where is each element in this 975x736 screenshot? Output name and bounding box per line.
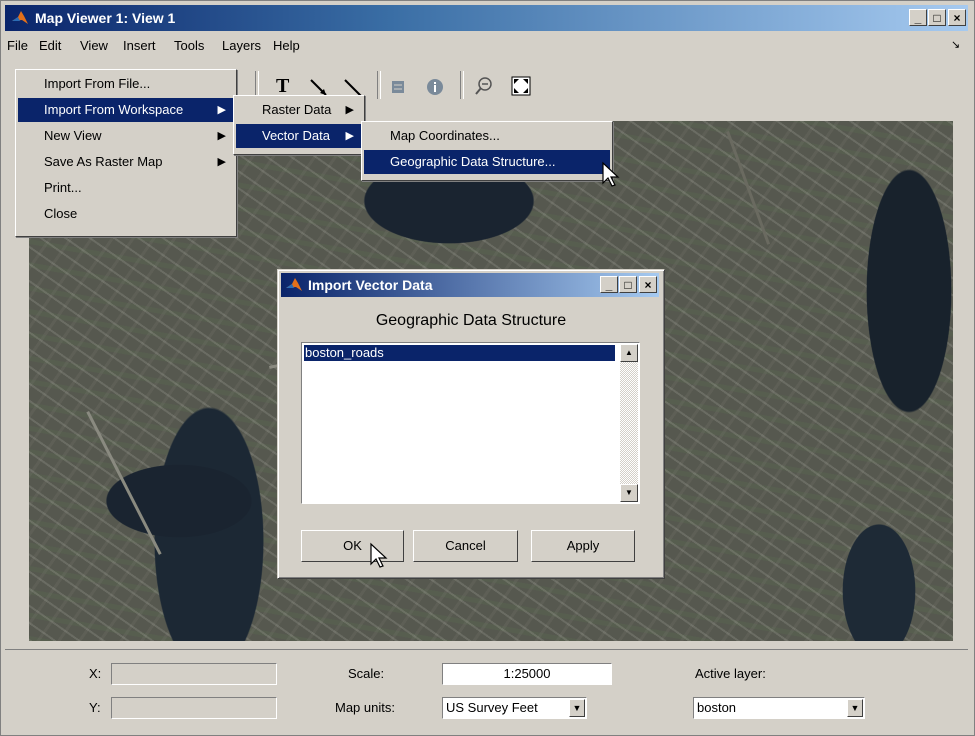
- menu-item-label: Import From Workspace: [44, 102, 184, 117]
- submenu-arrow-icon: ▶: [217, 156, 226, 168]
- submenu-arrow-icon: ▶: [217, 104, 226, 116]
- dialog-title: Import Vector Data: [308, 277, 433, 293]
- menu-item-raster-data[interactable]: Raster Data ▶: [236, 98, 362, 122]
- dialog-close-button[interactable]: ×: [639, 276, 657, 293]
- menu-file[interactable]: File: [7, 38, 28, 53]
- menu-view[interactable]: View: [80, 38, 108, 53]
- submenu-arrow-icon: ▶: [345, 104, 354, 116]
- toolbar-separator: [377, 71, 381, 99]
- menu-item-label: New View: [44, 128, 102, 143]
- menu-item-import-from-workspace[interactable]: Import From Workspace ▶: [18, 98, 234, 122]
- status-panel: X: Y: Scale: 1:25000 Map units: US Surve…: [5, 649, 968, 732]
- map-units-select[interactable]: US Survey Feet ▼: [442, 697, 587, 719]
- scale-label: Scale:: [348, 666, 385, 681]
- active-layer-select[interactable]: boston ▼: [693, 697, 865, 719]
- dock-arrow-icon[interactable]: ↘: [951, 38, 960, 51]
- menu-item-geographic-data-structure[interactable]: Geographic Data Structure...: [364, 150, 610, 174]
- menu-layers[interactable]: Layers: [222, 38, 261, 53]
- matlab-logo-icon: [286, 278, 302, 291]
- apply-button[interactable]: Apply: [531, 530, 635, 562]
- select-layer-icon[interactable]: [389, 77, 411, 99]
- scale-input[interactable]: 1:25000: [442, 663, 612, 685]
- scroll-up-icon[interactable]: ▲: [620, 344, 638, 362]
- dialog-maximize-button[interactable]: □: [619, 276, 637, 293]
- mouse-cursor-icon: [602, 161, 620, 187]
- info-icon[interactable]: [425, 77, 447, 99]
- menu-bar: File Edit View Insert Tools Layers Help …: [5, 35, 968, 57]
- menu-item-new-view[interactable]: New View ▶: [18, 124, 234, 148]
- scroll-down-icon[interactable]: ▼: [620, 484, 638, 502]
- map-viewer-window: Map Viewer 1: View 1 _ □ × File Edit Vie…: [0, 0, 975, 736]
- fit-to-window-icon[interactable]: [510, 75, 532, 97]
- menu-help[interactable]: Help: [273, 38, 300, 53]
- road-feature: [726, 131, 771, 245]
- title-bar[interactable]: Map Viewer 1: View 1 _ □ ×: [5, 5, 968, 31]
- menu-item-label: Vector Data: [262, 128, 330, 143]
- menu-item-label: Print...: [44, 180, 82, 195]
- file-menu: Import From File... Import From Workspac…: [15, 69, 237, 237]
- menu-item-print[interactable]: Print...: [18, 176, 234, 200]
- submenu-arrow-icon: ▶: [345, 130, 354, 142]
- dialog-title-bar[interactable]: Import Vector Data _ □ ×: [281, 273, 659, 297]
- map-units-label: Map units:: [335, 700, 395, 715]
- list-item[interactable]: boston_roads: [304, 345, 615, 361]
- menu-item-label: Save As Raster Map: [44, 154, 163, 169]
- active-layer-label: Active layer:: [695, 666, 766, 681]
- menu-item-label: Raster Data: [262, 102, 332, 117]
- y-coordinate-field: [111, 697, 277, 719]
- menu-item-close[interactable]: Close: [18, 202, 234, 226]
- menu-item-label: Import From File...: [44, 76, 151, 91]
- data-structure-list[interactable]: boston_roads ▲ ▼: [301, 342, 640, 504]
- menu-insert[interactable]: Insert: [123, 38, 156, 53]
- import-vector-data-dialog: Import Vector Data _ □ × Geographic Data…: [277, 269, 665, 579]
- y-label: Y:: [89, 700, 101, 715]
- chevron-down-icon[interactable]: ▼: [847, 699, 863, 717]
- x-coordinate-field: [111, 663, 277, 685]
- map-units-value: US Survey Feet: [446, 700, 538, 715]
- cancel-button[interactable]: Cancel: [413, 530, 518, 562]
- menu-item-map-coordinates[interactable]: Map Coordinates...: [364, 124, 610, 148]
- menu-item-label: Geographic Data Structure...: [390, 154, 556, 169]
- menu-item-label: Close: [44, 206, 78, 221]
- list-scrollbar[interactable]: ▲ ▼: [620, 344, 638, 502]
- zoom-out-icon[interactable]: [473, 75, 495, 97]
- matlab-logo-icon: [12, 11, 28, 24]
- menu-item-label: Map Coordinates...: [390, 128, 500, 143]
- close-button[interactable]: ×: [948, 9, 966, 26]
- active-layer-value: boston: [697, 700, 737, 715]
- menu-item-import-from-file[interactable]: Import From File...: [18, 72, 234, 96]
- workspace-submenu: Raster Data ▶ Vector Data ▶: [233, 95, 365, 155]
- vector-data-submenu: Map Coordinates... Geographic Data Struc…: [361, 121, 613, 181]
- menu-item-vector-data[interactable]: Vector Data ▶: [236, 124, 362, 148]
- dialog-heading: Geographic Data Structure: [375, 312, 567, 329]
- x-label: X:: [89, 666, 102, 681]
- mouse-cursor-icon: [370, 542, 388, 568]
- menu-tools[interactable]: Tools: [174, 38, 204, 53]
- bridge-feature: [86, 411, 162, 555]
- submenu-arrow-icon: ▶: [217, 130, 226, 142]
- dialog-minimize-button[interactable]: _: [600, 276, 618, 293]
- toolbar-separator: [460, 71, 464, 99]
- maximize-button[interactable]: □: [928, 9, 946, 26]
- window-title: Map Viewer 1: View 1: [35, 10, 176, 26]
- chevron-down-icon[interactable]: ▼: [569, 699, 585, 717]
- minimize-button[interactable]: _: [909, 9, 927, 26]
- menu-edit[interactable]: Edit: [39, 38, 61, 53]
- menu-item-save-as-raster-map[interactable]: Save As Raster Map ▶: [18, 150, 234, 174]
